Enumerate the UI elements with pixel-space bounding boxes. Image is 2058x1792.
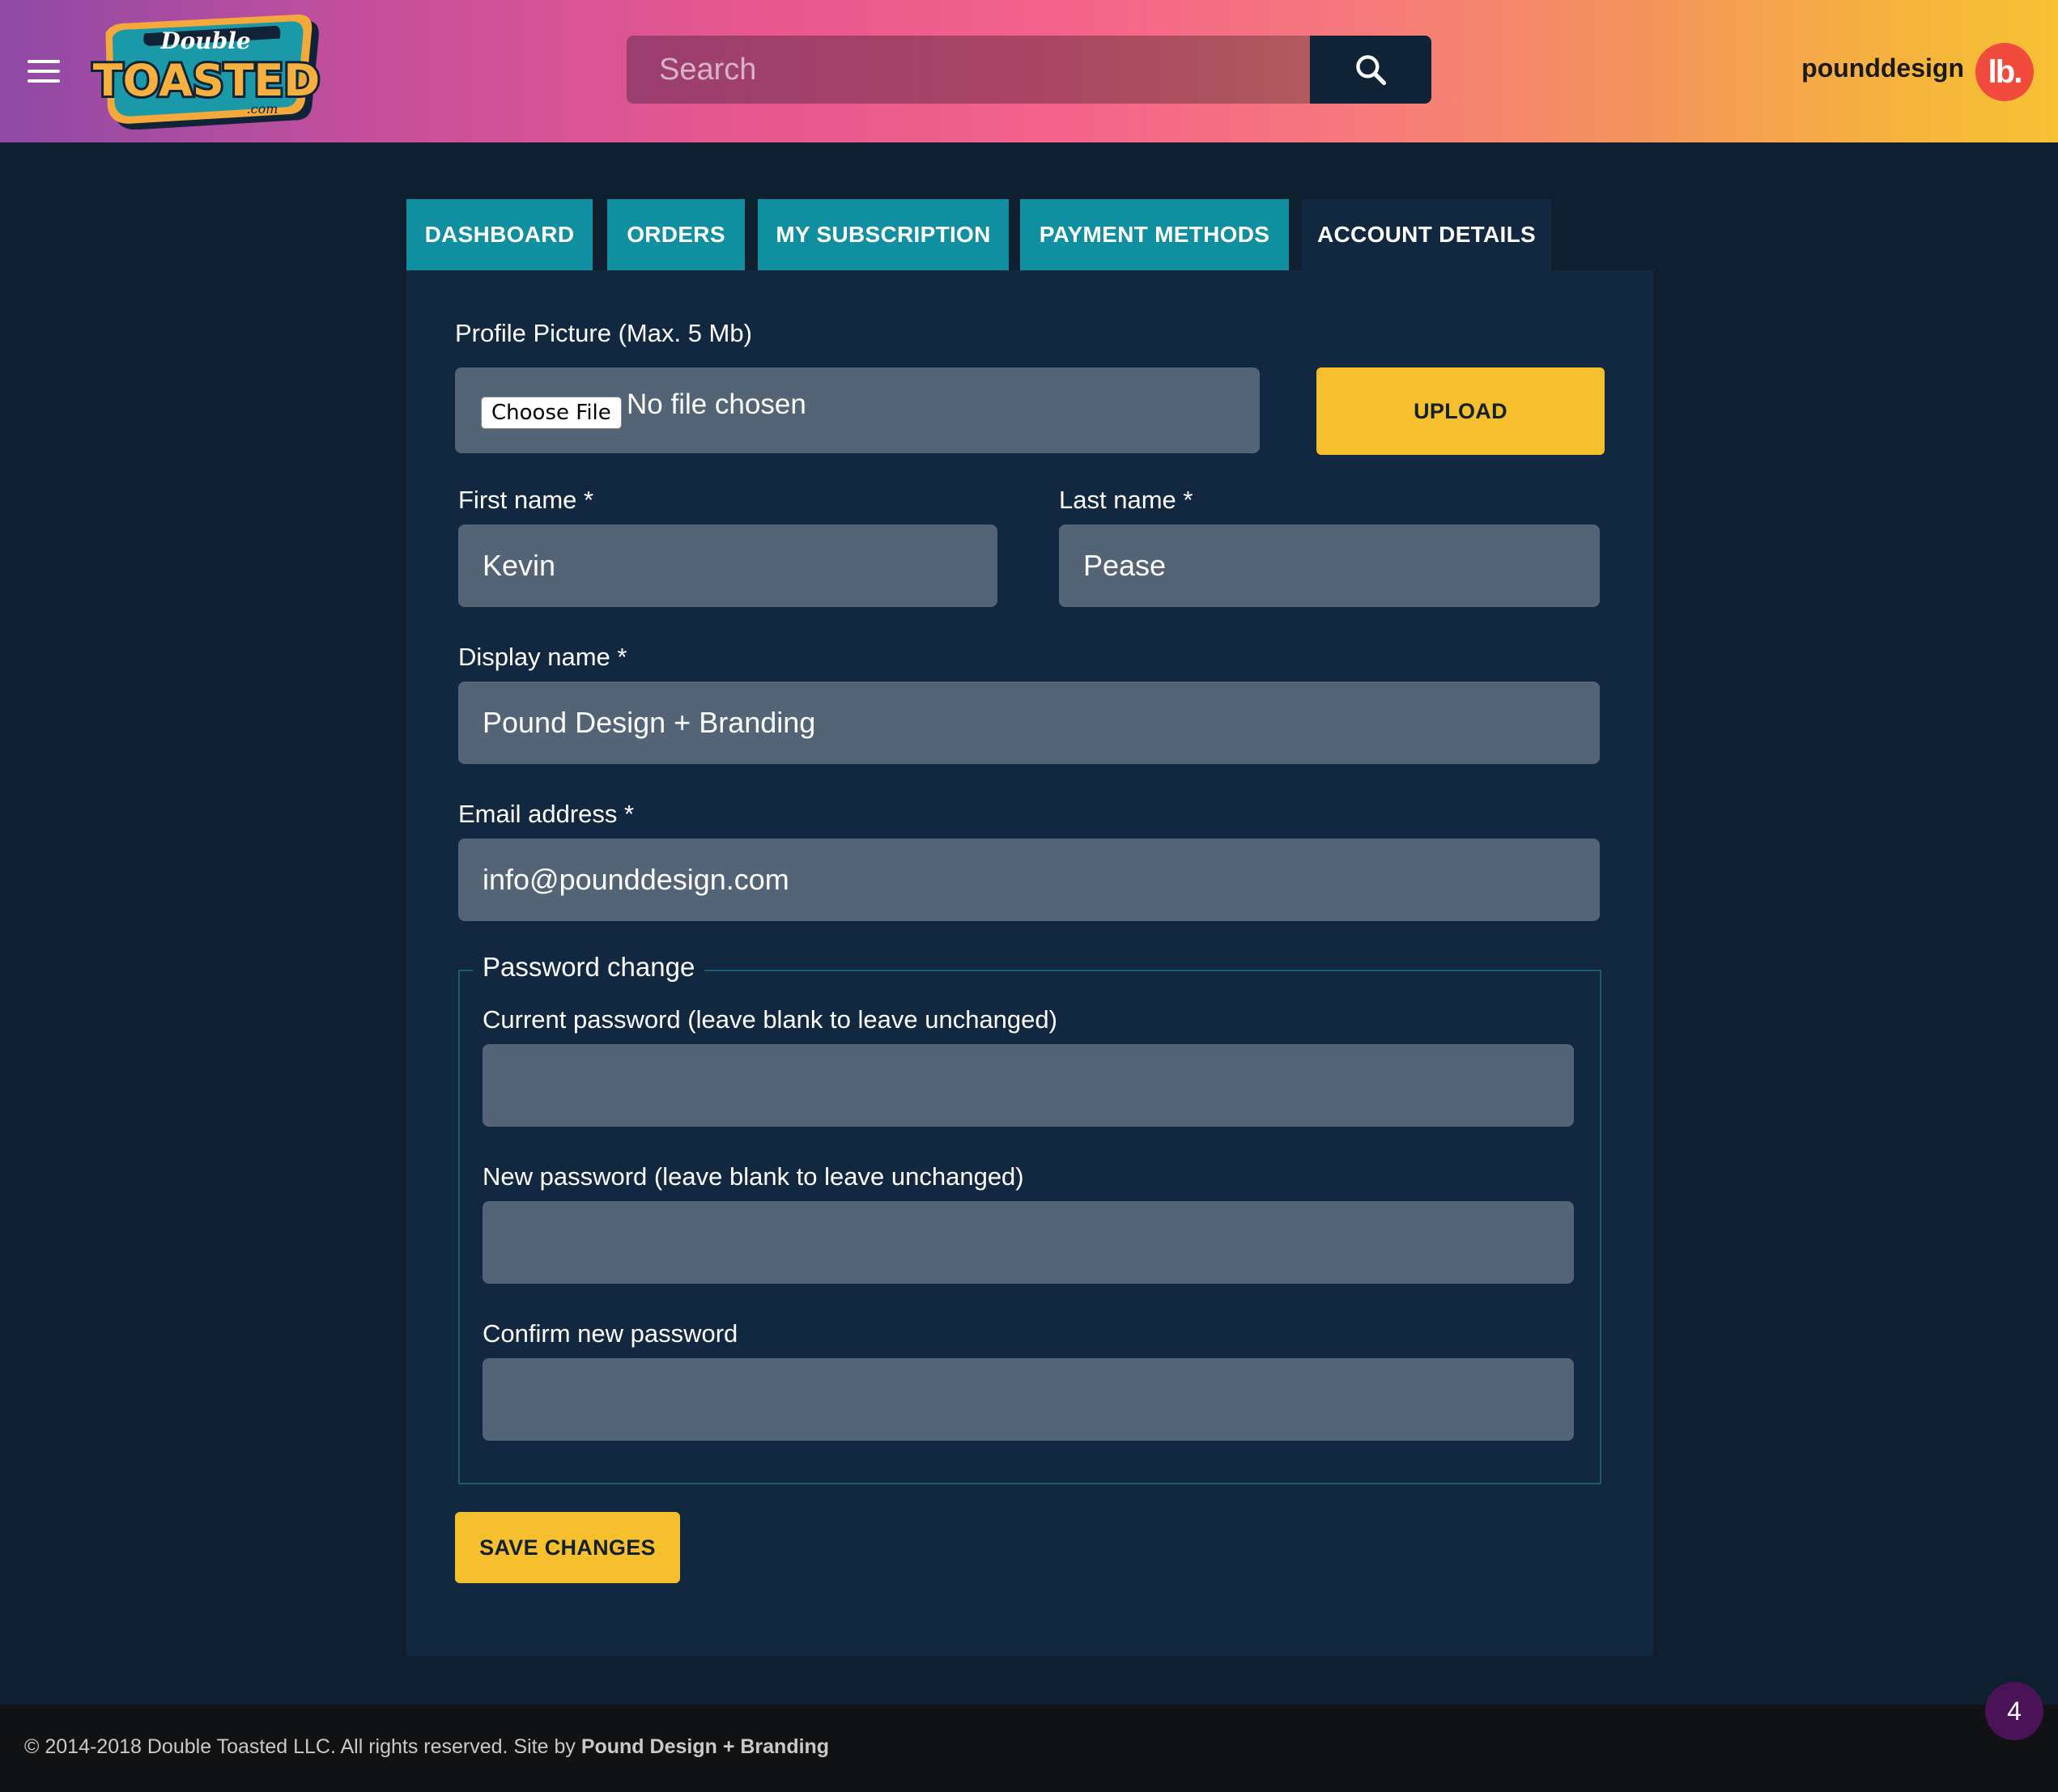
display-name-field[interactable]: Pound Design + Branding (458, 682, 1600, 764)
site-footer: © 2014-2018 Double Toasted LLC. All righ… (0, 1705, 2058, 1792)
upload-button[interactable]: UPLOAD (1316, 367, 1605, 455)
copyright-prefix: © 2014-2018 Double Toasted LLC. All righ… (24, 1735, 581, 1758)
choose-file-button[interactable]: Choose File (481, 397, 622, 429)
search-button[interactable] (1310, 36, 1431, 104)
hamburger-menu-icon[interactable] (28, 60, 60, 84)
last-name-field[interactable]: Pease (1059, 524, 1600, 607)
last-name-label: Last name * (1059, 486, 1193, 514)
file-status-text: No file chosen (627, 389, 806, 420)
current-password-field[interactable] (483, 1044, 1574, 1127)
new-password-label: New password (leave blank to leave uncha… (483, 1162, 1024, 1191)
save-changes-button[interactable]: SAVE CHANGES (455, 1512, 680, 1583)
copyright-text: © 2014-2018 Double Toasted LLC. All righ… (24, 1735, 829, 1759)
username-label[interactable]: pounddesign (1801, 53, 1964, 83)
password-change-legend: Password change (473, 952, 705, 983)
display-name-label: Display name * (458, 643, 627, 671)
tab-my-subscription[interactable]: MY SUBSCRIPTION (758, 199, 1009, 270)
email-field[interactable]: info@pounddesign.com (458, 839, 1600, 921)
avatar[interactable]: lb. (1975, 43, 2034, 101)
pound-design-credit-link[interactable]: Pound Design + Branding (581, 1735, 829, 1758)
search-icon (1356, 55, 1387, 86)
first-name-field[interactable]: Kevin (458, 524, 997, 607)
tab-dashboard[interactable]: DASHBOARD (406, 199, 593, 270)
tab-account-details[interactable]: ACCOUNT DETAILS (1302, 199, 1551, 270)
current-password-label: Current password (leave blank to leave u… (483, 1005, 1057, 1034)
first-name-label: First name * (458, 486, 594, 514)
search-bar (627, 36, 1431, 104)
notification-count-badge[interactable]: 4 (1985, 1682, 2043, 1740)
search-input[interactable] (627, 36, 1310, 104)
tab-orders[interactable]: ORDERS (607, 199, 745, 270)
email-label: Email address * (458, 800, 635, 828)
new-password-field[interactable] (483, 1201, 1574, 1284)
top-header: Double TOASTED TOASTED .com pounddesign … (0, 0, 2058, 142)
double-toasted-logo[interactable]: Double TOASTED TOASTED .com (91, 11, 322, 130)
confirm-password-field[interactable] (483, 1358, 1574, 1441)
logo-suffix-text: .com (247, 101, 279, 117)
logo-main-text: TOASTED (93, 55, 321, 106)
logo-top-text: Double (159, 28, 250, 54)
profile-picture-label: Profile Picture (Max. 5 Mb) (455, 319, 752, 347)
confirm-password-label: Confirm new password (483, 1319, 738, 1348)
account-details-panel: Profile Picture (Max. 5 Mb) Choose File … (406, 270, 1653, 1656)
file-input-box: Choose File No file chosen (455, 367, 1260, 453)
tab-payment-methods[interactable]: PAYMENT METHODS (1020, 199, 1289, 270)
